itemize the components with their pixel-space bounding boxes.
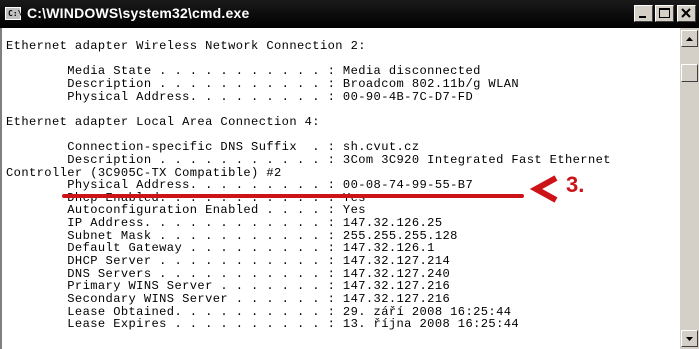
cmd-icon[interactable]: C:\ <box>5 7 23 20</box>
annotation-arrow-icon <box>529 175 558 203</box>
close-icon <box>681 8 691 18</box>
vertical-scrollbar[interactable] <box>680 28 699 349</box>
scroll-down-button[interactable] <box>681 330 698 347</box>
arrow-up-icon <box>686 37 693 41</box>
close-button[interactable] <box>677 5 696 22</box>
minimize-icon <box>639 16 646 18</box>
console-line: Description . . . . . . . . . . . : 3Com… <box>6 152 611 167</box>
console-line: Ethernet adapter Wireless Network Connec… <box>6 39 366 53</box>
window-title: C:\WINDOWS\system32\cmd.exe <box>27 5 250 21</box>
console-line: Lease Expires . . . . . . . . . . : 13. … <box>6 317 520 332</box>
console-line: Description . . . . . . . . . . . : Broa… <box>6 76 520 91</box>
console-line: Physical Address. . . . . . . . . : 00-9… <box>6 89 474 104</box>
annotation-underline <box>62 194 524 198</box>
minimize-button[interactable] <box>634 5 653 22</box>
title-bar[interactable]: C:\ C:\WINDOWS\system32\cmd.exe <box>0 0 699 28</box>
scroll-up-button[interactable] <box>681 30 698 47</box>
scrollbar-thumb[interactable] <box>681 64 698 82</box>
console-line: Ethernet adapter Local Area Connection 4… <box>6 114 320 129</box>
cmd-window: C:\ C:\WINDOWS\system32\cmd.exe Ethernet… <box>0 0 699 349</box>
maximize-button[interactable] <box>655 5 674 22</box>
cmd-icon-text: C:\ <box>8 9 23 18</box>
annotation-label: 3. <box>566 172 585 197</box>
arrow-down-icon <box>686 337 693 341</box>
maximize-icon <box>659 8 670 18</box>
